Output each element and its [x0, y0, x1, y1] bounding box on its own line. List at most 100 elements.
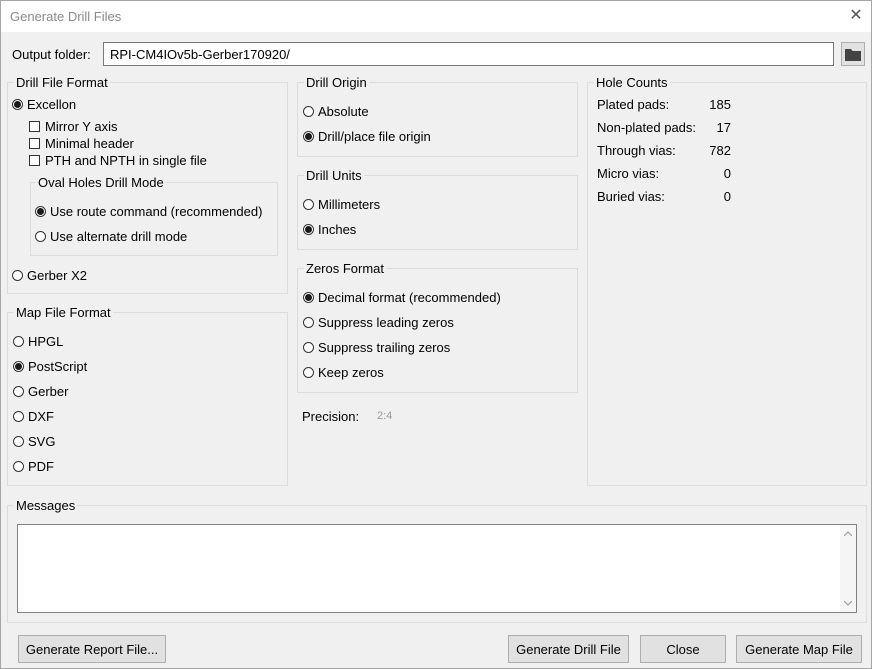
radio-indicator: [303, 131, 314, 142]
radio-indicator: [303, 342, 314, 353]
title-bar: Generate Drill Files ✕: [1, 1, 871, 32]
excellon-radio[interactable]: Excellon: [12, 97, 76, 112]
hole-count-value: 185: [709, 97, 731, 112]
map-dxf-radio[interactable]: DXF: [13, 409, 54, 424]
folder-icon: [845, 48, 861, 61]
radio-indicator: [13, 361, 24, 372]
mirror-y-label: Mirror Y axis: [45, 119, 118, 134]
chevron-up-icon[interactable]: [844, 531, 852, 536]
radio-indicator: [13, 461, 24, 472]
pth-npth-checkbox[interactable]: PTH and NPTH in single file: [29, 153, 207, 168]
excellon-label: Excellon: [27, 97, 77, 112]
radio-indicator: [303, 317, 314, 328]
hole-count-label: Buried vias:: [597, 189, 665, 204]
map-pdf-radio[interactable]: PDF: [13, 459, 54, 474]
checkbox-indicator: [29, 138, 40, 149]
radio-indicator: [303, 367, 314, 378]
map-hpgl-radio[interactable]: HPGL: [13, 334, 63, 349]
drill-units-title: Drill Units: [304, 168, 364, 183]
radio-indicator: [12, 270, 23, 281]
units-mm-label: Millimeters: [318, 197, 381, 212]
dialog-window: Generate Drill Files ✕ Output folder: RP…: [0, 0, 872, 669]
radio-indicator: [13, 436, 24, 447]
hole-count-value: 17: [716, 120, 731, 135]
output-folder-input[interactable]: RPI-CM4IOv5b-Gerber170920/: [103, 42, 834, 66]
hole-count-label: Non-plated pads:: [597, 120, 697, 135]
browse-folder-button[interactable]: [841, 42, 865, 66]
drill-file-format-title: Drill File Format: [14, 75, 110, 90]
zeros-keep-label: Keep zeros: [318, 365, 384, 380]
radio-indicator: [303, 292, 314, 303]
zeros-suppress-trailing-label: Suppress trailing zeros: [318, 340, 451, 355]
generate-map-button[interactable]: Generate Map File: [736, 635, 862, 663]
map-option-label: PostScript: [28, 359, 88, 374]
origin-absolute-label: Absolute: [318, 104, 369, 119]
radio-indicator: [303, 199, 314, 210]
hole-count-value: 782: [709, 143, 731, 158]
radio-indicator: [303, 224, 314, 235]
oval-route-radio[interactable]: Use route command (recommended): [35, 204, 262, 219]
output-folder-label: Output folder:: [12, 47, 91, 62]
origin-absolute-radio[interactable]: Absolute: [303, 104, 369, 119]
zeros-format-title: Zeros Format: [304, 261, 387, 276]
origin-drill-place-label: Drill/place file origin: [318, 129, 431, 144]
units-inches-label: Inches: [318, 222, 357, 237]
drill-units-group: [297, 175, 578, 250]
oval-alt-radio[interactable]: Use alternate drill mode: [35, 229, 187, 244]
hole-count-value: 0: [723, 189, 731, 204]
gerber-x2-label: Gerber X2: [27, 268, 87, 283]
hole-count-label: Through vias:: [597, 143, 676, 158]
radio-indicator: [303, 106, 314, 117]
radio-indicator: [13, 386, 24, 397]
oval-alt-label: Use alternate drill mode: [50, 229, 188, 244]
minimal-header-checkbox[interactable]: Minimal header: [29, 136, 134, 151]
map-file-format-title: Map File Format: [14, 305, 113, 320]
map-option-label: SVG: [28, 434, 56, 449]
zeros-suppress-leading-radio[interactable]: Suppress leading zeros: [303, 315, 454, 330]
checkbox-indicator: [29, 155, 40, 166]
gerber-x2-radio[interactable]: Gerber X2: [12, 268, 87, 283]
radio-indicator: [13, 411, 24, 422]
close-button[interactable]: Close: [640, 635, 726, 663]
precision-value: 2:4: [377, 410, 393, 422]
messages-title: Messages: [14, 498, 78, 513]
generate-drill-button[interactable]: Generate Drill File: [508, 635, 629, 663]
hole-counts-title: Hole Counts: [594, 75, 670, 90]
pth-npth-label: PTH and NPTH in single file: [45, 153, 207, 168]
radio-indicator: [12, 99, 23, 110]
checkbox-indicator: [29, 121, 40, 132]
close-icon[interactable]: ✕: [847, 7, 865, 25]
zeros-keep-radio[interactable]: Keep zeros: [303, 365, 384, 380]
map-postscript-radio[interactable]: PostScript: [13, 359, 87, 374]
zeros-decimal-label: Decimal format (recommended): [318, 290, 501, 305]
units-inches-radio[interactable]: Inches: [303, 222, 356, 237]
output-folder-value: RPI-CM4IOv5b-Gerber170920/: [110, 47, 290, 62]
chevron-down-icon[interactable]: [844, 601, 852, 606]
origin-drill-place-radio[interactable]: Drill/place file origin: [303, 129, 431, 144]
messages-scrollbar[interactable]: [840, 525, 856, 612]
radio-indicator: [35, 206, 46, 217]
map-svg-radio[interactable]: SVG: [13, 434, 55, 449]
zeros-suppress-leading-label: Suppress leading zeros: [318, 315, 454, 330]
units-mm-radio[interactable]: Millimeters: [303, 197, 380, 212]
zeros-suppress-trailing-radio[interactable]: Suppress trailing zeros: [303, 340, 450, 355]
mirror-y-checkbox[interactable]: Mirror Y axis: [29, 119, 117, 134]
hole-count-value: 0: [723, 166, 731, 181]
map-gerber-radio[interactable]: Gerber: [13, 384, 68, 399]
drill-origin-group: [297, 82, 578, 157]
hole-count-label: Micro vias:: [597, 166, 660, 181]
drill-origin-title: Drill Origin: [304, 75, 369, 90]
window-title: Generate Drill Files: [10, 9, 122, 24]
hole-count-label: Plated pads:: [597, 97, 670, 112]
oval-route-label: Use route command (recommended): [50, 204, 263, 219]
generate-report-button[interactable]: Generate Report File...: [18, 635, 166, 663]
oval-holes-group: [30, 182, 278, 256]
messages-textarea[interactable]: [17, 524, 857, 613]
zeros-decimal-radio[interactable]: Decimal format (recommended): [303, 290, 501, 305]
minimal-header-label: Minimal header: [45, 136, 134, 151]
map-option-label: PDF: [28, 459, 54, 474]
oval-holes-title: Oval Holes Drill Mode: [36, 175, 166, 190]
map-option-label: HPGL: [28, 334, 64, 349]
map-option-label: Gerber: [28, 384, 69, 399]
precision-label: Precision:: [302, 409, 360, 424]
